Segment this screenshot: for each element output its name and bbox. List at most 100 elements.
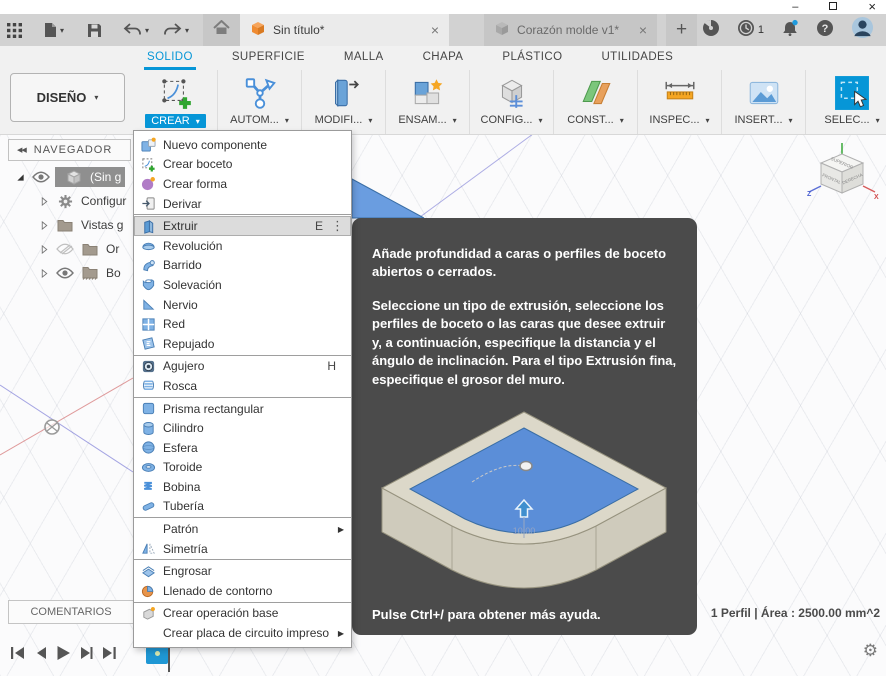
insert-icon[interactable] <box>746 74 782 112</box>
maximize-button[interactable] <box>829 1 837 13</box>
menu-item-derivar[interactable]: Derivar <box>134 194 351 214</box>
navigator-header[interactable]: ◀◀ NAVEGADOR <box>8 139 131 161</box>
comments-panel-header[interactable]: COMENTARIOS <box>8 600 134 624</box>
toolbar-group-insert[interactable]: INSERT...▾ <box>722 70 806 134</box>
more-options-icon[interactable]: ⋮ <box>331 221 344 231</box>
app-grid-button[interactable] <box>0 14 29 46</box>
skip-end-button[interactable] <box>102 646 117 665</box>
tab-solido[interactable]: SOLIDO <box>144 46 196 70</box>
inspect-icon[interactable] <box>662 74 698 112</box>
create-sketch-tool-icon[interactable] <box>158 74 194 112</box>
skip-start-button[interactable] <box>10 646 25 665</box>
assemble-icon[interactable] <box>410 74 446 112</box>
avatar-icon <box>851 16 874 44</box>
extensions-button[interactable] <box>702 19 720 42</box>
collapsed-twisty-icon[interactable] <box>38 197 50 206</box>
menu-item-crear-operacion-base[interactable]: Crear operación base <box>134 604 351 624</box>
doc-tab-sin-titulo[interactable]: Sin título* × <box>240 14 449 46</box>
file-menu-button[interactable]: ▾ <box>37 14 71 46</box>
menu-item-crear-forma[interactable]: Crear forma <box>134 174 351 194</box>
tab-malla[interactable]: MALLA <box>341 46 387 70</box>
save-button[interactable] <box>80 14 109 46</box>
home-icon <box>213 20 230 40</box>
play-button[interactable] <box>56 645 71 666</box>
eye-off-icon[interactable] <box>55 243 75 255</box>
menu-item-extruir[interactable]: Extruir E ⋮ <box>134 216 351 236</box>
question-icon: ? <box>816 19 834 42</box>
menu-item-nervio[interactable]: Nervio <box>134 295 351 315</box>
navigator-item-3[interactable]: Or <box>0 237 133 261</box>
navigator-item-0[interactable]: (Sin g <box>0 165 133 189</box>
job-status-button[interactable]: 1 <box>737 19 764 42</box>
home-view-button[interactable] <box>203 14 240 46</box>
notifications-button[interactable] <box>781 19 799 42</box>
menu-item-revolucion[interactable]: Revolución <box>134 236 351 256</box>
collapsed-twisty-icon[interactable] <box>38 269 50 278</box>
user-avatar[interactable] <box>851 16 874 44</box>
collapsed-twisty-icon[interactable] <box>38 245 50 254</box>
toolbar-group-modifi[interactable]: MODIFI...▾ <box>302 70 386 134</box>
modify-icon[interactable] <box>326 74 362 112</box>
close-tab-icon[interactable]: × <box>431 22 439 38</box>
menu-item-patron[interactable]: Patrón ▶ <box>134 519 351 539</box>
configure-icon[interactable] <box>494 74 530 112</box>
expanded-twisty-icon[interactable] <box>14 173 26 182</box>
menu-item-esfera[interactable]: Esfera <box>134 438 351 458</box>
close-tab-icon[interactable]: × <box>639 22 647 38</box>
menu-item-prisma-rectangular[interactable]: Prisma rectangular <box>134 399 351 419</box>
eye-icon[interactable] <box>31 171 51 183</box>
toolbar-group-config[interactable]: CONFIG...▾ <box>470 70 554 134</box>
menu-item-llenado-de-contorno[interactable]: Llenado de contorno <box>134 581 351 601</box>
sketch-profile[interactable] <box>352 179 424 218</box>
step-back-button[interactable] <box>34 646 47 665</box>
doc-tab-corazon-molde[interactable]: Corazón molde v1* × <box>484 14 657 46</box>
automate-icon[interactable] <box>242 74 278 112</box>
collapsed-twisty-icon[interactable] <box>38 221 50 230</box>
menu-item-tuberia[interactable]: Tubería <box>134 497 351 517</box>
toolbar-group-crear[interactable]: CREAR▾ <box>134 70 218 134</box>
workspace-selector-button[interactable]: DISEÑO▾ <box>10 73 125 122</box>
component-icon <box>64 169 84 185</box>
menu-item-agujero[interactable]: Agujero H <box>134 357 351 377</box>
menu-item-simetria[interactable]: Simetría <box>134 539 351 559</box>
step-forward-button[interactable] <box>80 646 93 665</box>
emboss-icon <box>140 336 156 352</box>
toolbar-group-inspec[interactable]: INSPEC...▾ <box>638 70 722 134</box>
tab-chapa[interactable]: CHAPA <box>420 46 467 70</box>
help-button[interactable]: ? <box>816 19 834 42</box>
collapse-panel-icon[interactable]: ◀◀ <box>17 146 26 154</box>
eye-icon[interactable] <box>55 267 75 279</box>
menu-item-rosca[interactable]: Rosca <box>134 376 351 396</box>
select-icon[interactable] <box>834 74 870 112</box>
menu-item-crear-placa-de-circuito-impreso[interactable]: Crear placa de circuito impreso ▶ <box>134 623 351 643</box>
toolbar-group-autom[interactable]: AUTOM...▾ <box>218 70 302 134</box>
navigator-item-4[interactable]: Bo <box>0 261 133 285</box>
new-tab-button[interactable]: + <box>666 14 697 46</box>
tab-plastico[interactable]: PLÁSTICO <box>499 46 565 70</box>
navigator-item-1[interactable]: Configur <box>0 189 133 213</box>
navigator-item-2[interactable]: Vistas g <box>0 213 133 237</box>
toolbar-group-ensam[interactable]: ENSAM...▾ <box>386 70 470 134</box>
menu-item-barrido[interactable]: Barrido <box>134 256 351 276</box>
menu-item-nuevo-componente[interactable]: Nuevo componente <box>134 135 351 155</box>
menu-item-repujado[interactable]: Repujado <box>134 334 351 354</box>
menu-item-toroide[interactable]: Toroide <box>134 458 351 478</box>
construct-icon[interactable] <box>578 74 614 112</box>
menu-item-bobina[interactable]: Bobina <box>134 477 351 497</box>
tab-utilidades[interactable]: UTILIDADES <box>598 46 676 70</box>
menu-item-engrosar[interactable]: Engrosar <box>134 561 351 581</box>
menu-item-cilindro[interactable]: Cilindro <box>134 418 351 438</box>
menu-item-solevacion[interactable]: Solevación <box>134 275 351 295</box>
tab-superficie[interactable]: SUPERFICIE <box>229 46 308 70</box>
minimize-button[interactable]: – <box>792 1 798 13</box>
timeline-settings-gear-icon[interactable]: ⚙ <box>863 641 878 661</box>
toolbar-group-selec[interactable]: SELEC...▾ <box>806 70 886 134</box>
toolbar-group-const[interactable]: CONST...▾ <box>554 70 638 134</box>
undo-button[interactable]: ▾ <box>116 14 156 46</box>
menu-item-crear-boceto[interactable]: Crear boceto <box>134 155 351 175</box>
redo-button[interactable]: ▾ <box>156 14 196 46</box>
view-cube[interactable]: SUPERIOR FRONTAL DERECHA Z X <box>804 143 880 212</box>
close-button[interactable]: × <box>868 1 876 13</box>
origin-marker[interactable] <box>45 420 59 434</box>
menu-item-red[interactable]: Red <box>134 314 351 334</box>
